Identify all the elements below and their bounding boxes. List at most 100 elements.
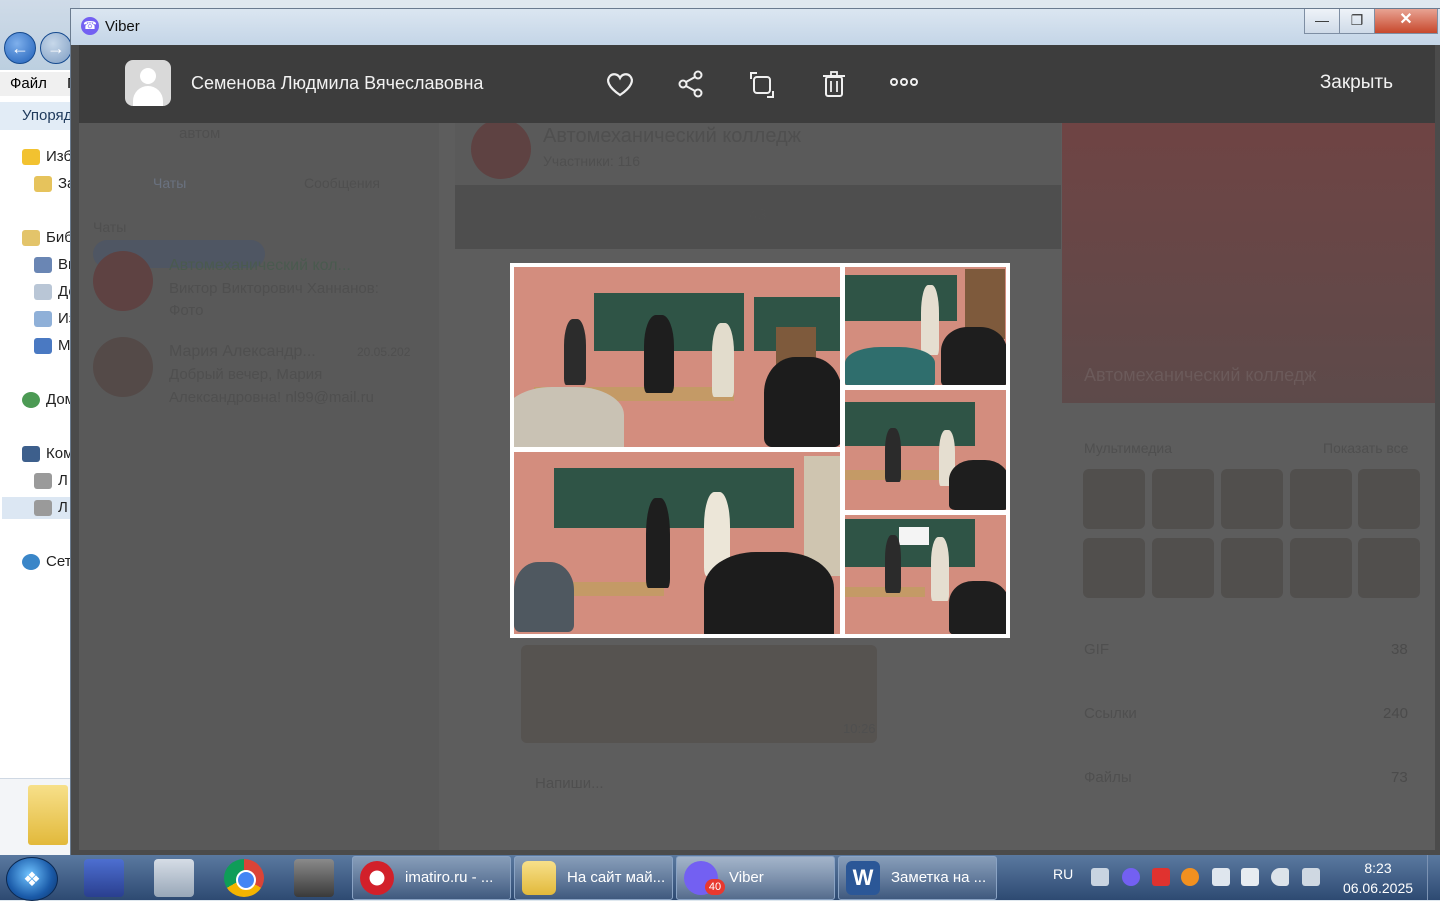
media-thumb[interactable]: [1083, 469, 1145, 529]
show-all-link[interactable]: Показать все: [1323, 440, 1408, 456]
windows-logo-icon: ❖: [23, 869, 41, 891]
media-thumb[interactable]: [1221, 538, 1283, 598]
media-thumb[interactable]: [1152, 538, 1214, 598]
organize-label: Упоряд: [22, 107, 73, 124]
video-icon: [34, 257, 52, 274]
tree-item-computer[interactable]: Ком: [22, 445, 73, 463]
taskbar-item-viber[interactable]: 40 Viber: [676, 856, 835, 900]
viewed-photo: [510, 263, 1010, 638]
tree-item-disk-2[interactable]: Л: [2, 497, 80, 519]
chat-avatar: [93, 251, 153, 311]
star-icon: [22, 149, 40, 166]
taskbar-item-word[interactable]: W Заметка на ...: [838, 856, 997, 900]
back-icon[interactable]: ←: [4, 32, 36, 64]
chrome-icon[interactable]: [224, 859, 264, 897]
person: [644, 315, 674, 393]
menu-file[interactable]: Файл: [10, 75, 47, 92]
maximize-button[interactable]: ❐: [1339, 9, 1375, 34]
avatar-body: [133, 86, 163, 106]
group-title: Автомеханический колледж: [543, 125, 802, 147]
disk-icon: [34, 473, 52, 490]
show-desktop-button[interactable]: [1427, 855, 1440, 900]
chalkboard: [845, 275, 957, 321]
media-thumb[interactable]: [1083, 538, 1145, 598]
person: [949, 460, 1006, 510]
media-thumb[interactable]: [1358, 469, 1420, 529]
chat-preview: Фото: [169, 302, 204, 319]
sender-name: Семенова Людмила Вячеславовна: [191, 73, 484, 93]
media-thumb[interactable]: [1358, 538, 1420, 598]
person: [514, 562, 574, 632]
taskbar-item-folder[interactable]: На сайт май...: [514, 856, 673, 900]
chat-sender: Виктор Викторович Ханнанов:: [169, 280, 379, 297]
person: [949, 581, 1006, 634]
avatar-head: [140, 68, 156, 84]
media-thumb[interactable]: [1152, 469, 1214, 529]
stat-label: GIF: [1084, 641, 1109, 658]
taskbar-item-opera[interactable]: imatiro.ru - ...: [352, 856, 511, 900]
close-viewer-button[interactable]: Закрыть: [1320, 72, 1393, 94]
media-thumb[interactable]: [1221, 469, 1283, 529]
tray-app-icon[interactable]: [1091, 868, 1109, 886]
chat-list-panel: автом Чаты Сообщения Чаты Автомеханическ…: [79, 115, 439, 850]
chalkboard: [554, 468, 794, 528]
chat-header: Автомеханический колледж Участники: 116: [455, 115, 1061, 190]
tab-chats-label: Чаты: [153, 175, 187, 191]
media-thumb[interactable]: [1290, 538, 1352, 598]
opera-icon: [360, 861, 394, 895]
tree-label: Изб: [46, 148, 73, 165]
media-label: Мультимедиа: [1084, 440, 1172, 456]
tray-viber-icon[interactable]: [1122, 868, 1140, 886]
close-window-button[interactable]: ✕: [1374, 9, 1438, 34]
network-icon[interactable]: [1241, 868, 1259, 886]
person: [712, 323, 734, 397]
tree-item-network[interactable]: Сет: [22, 553, 72, 571]
organize-button[interactable]: Упоряд: [0, 102, 80, 130]
calculator-icon[interactable]: [154, 859, 194, 897]
more-icon[interactable]: [887, 67, 921, 101]
media-thumb[interactable]: [1290, 469, 1352, 529]
start-button[interactable]: ❖: [6, 857, 58, 901]
tray-orange-icon[interactable]: [1181, 868, 1199, 886]
chat-preview: Александровна! nl99@mail.ru: [169, 389, 374, 406]
save-disk-icon[interactable]: [84, 859, 124, 897]
minimize-button[interactable]: —: [1304, 9, 1340, 34]
tab-messages[interactable]: Сообщения: [304, 175, 380, 191]
taskbar-item-label: Заметка на ...: [891, 869, 987, 886]
app-icon[interactable]: [294, 859, 334, 897]
tree-item-homegroup[interactable]: Дом: [22, 391, 75, 409]
chalkboard: [845, 402, 975, 446]
chat-name[interactable]: Мария Александр...: [169, 343, 316, 361]
tree-label: Биб: [46, 229, 73, 246]
page-number: 43: [749, 207, 767, 224]
section-chats-label: Чаты: [93, 219, 127, 235]
tree-item-disk-1[interactable]: Л: [34, 472, 68, 490]
share-icon[interactable]: [674, 67, 708, 101]
forward-icon[interactable]: [745, 67, 779, 101]
heart-icon[interactable]: [603, 67, 637, 101]
stat-label: Ссылки: [1084, 705, 1137, 722]
stat-value: 73: [1391, 769, 1408, 786]
tray-device-icon[interactable]: [1212, 868, 1230, 886]
message-input[interactable]: Напиши...: [535, 775, 604, 792]
sender-avatar: [125, 60, 171, 106]
power-icon[interactable]: [1302, 868, 1320, 886]
forward-nav-icon[interactable]: →: [40, 32, 72, 64]
tree-label: Л: [58, 472, 68, 489]
person: [646, 498, 670, 588]
tree-item-favorites[interactable]: Изб: [22, 148, 73, 166]
stat-value: 240: [1383, 705, 1409, 722]
chat-name[interactable]: Автомеханический кол...: [169, 257, 351, 275]
language-indicator[interactable]: RU: [1053, 866, 1073, 882]
volume-icon[interactable]: [1271, 868, 1289, 886]
library-icon: [22, 230, 40, 247]
tree-item-libraries[interactable]: Биб: [22, 229, 73, 247]
window-titlebar: ☎ Viber — ❐ ✕: [71, 9, 1440, 45]
person: [514, 387, 624, 447]
stat-value: 38: [1391, 641, 1408, 658]
tray-red-icon[interactable]: [1152, 868, 1170, 886]
search-input[interactable]: автом: [179, 125, 220, 142]
system-clock[interactable]: 8:23 06.06.2025: [1338, 858, 1418, 898]
trash-icon[interactable]: [817, 67, 851, 101]
photo-viewer-toolbar: Семенова Людмила Вячеславовна Закрыть: [79, 45, 1435, 123]
